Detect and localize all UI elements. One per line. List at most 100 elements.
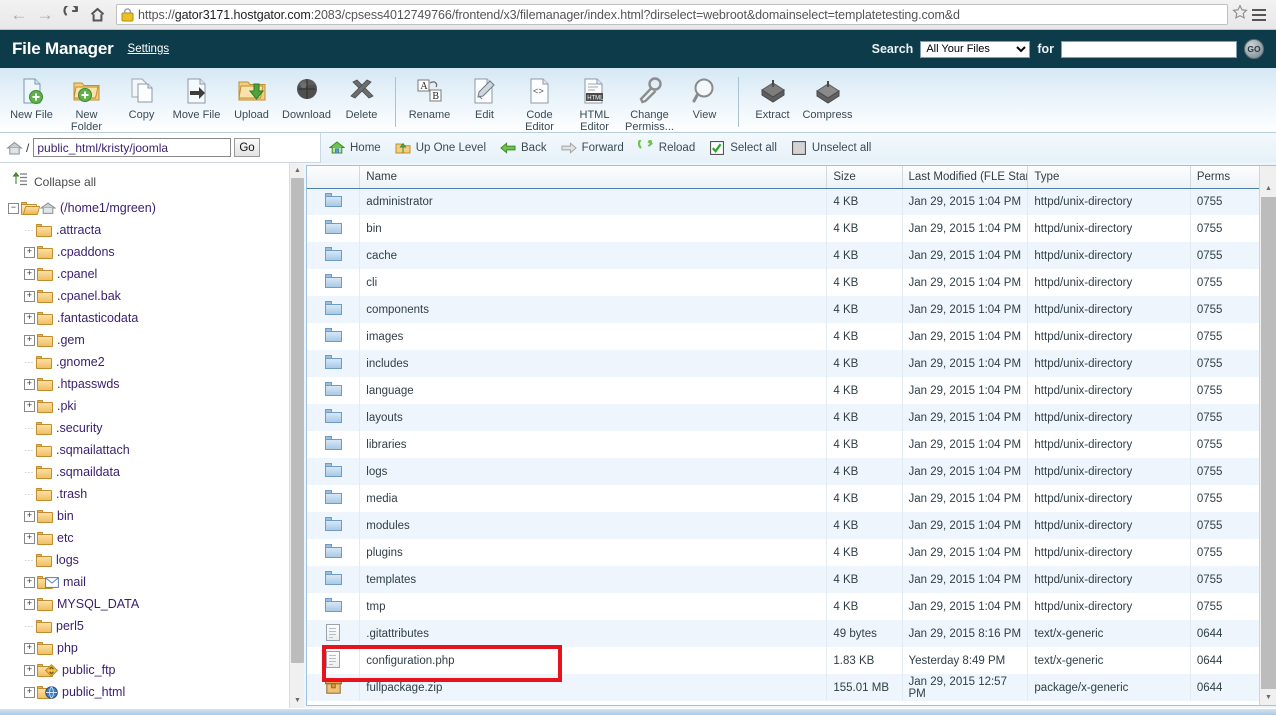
file-name-cell[interactable]: modules xyxy=(360,512,827,539)
tree-node-label[interactable]: .gem xyxy=(57,333,85,347)
url-bar[interactable]: https://gator3171.hostgator.com:2083/cps… xyxy=(116,4,1228,25)
table-row[interactable]: media4 KBJan 29, 2015 1:04 PMhttpd/unix-… xyxy=(307,485,1264,512)
column-header-name[interactable]: Name xyxy=(360,166,827,188)
nav-select-all-button[interactable]: Select all xyxy=(709,140,777,156)
table-row[interactable]: components4 KBJan 29, 2015 1:04 PMhttpd/… xyxy=(307,296,1264,323)
tree-node-label[interactable]: .sqmaildata xyxy=(56,465,120,479)
sidebar-scrollbar[interactable]: ▲ ▼ xyxy=(289,163,304,708)
table-row[interactable]: cache4 KBJan 29, 2015 1:04 PMhttpd/unix-… xyxy=(307,242,1264,269)
tree-node[interactable]: +.cpaddons xyxy=(6,241,304,263)
tree-expand-icon[interactable]: + xyxy=(24,687,35,698)
reload-icon[interactable] xyxy=(58,2,84,28)
tree-node[interactable]: ···.attracta xyxy=(6,219,304,241)
file-name-cell[interactable]: media xyxy=(360,485,827,512)
download-button[interactable]: Download xyxy=(279,73,334,122)
file-name-cell[interactable]: libraries xyxy=(360,431,827,458)
tree-expand-icon[interactable]: + xyxy=(24,401,35,412)
compress-button[interactable]: Compress xyxy=(800,73,855,122)
new-file-button[interactable]: New File xyxy=(4,73,59,122)
file-name-cell[interactable]: administrator xyxy=(360,188,827,215)
home-icon[interactable] xyxy=(84,2,110,28)
table-row[interactable]: administrator4 KBJan 29, 2015 1:04 PMhtt… xyxy=(307,188,1264,215)
table-row[interactable]: logs4 KBJan 29, 2015 1:04 PMhttpd/unix-d… xyxy=(307,458,1264,485)
table-row[interactable]: libraries4 KBJan 29, 2015 1:04 PMhttpd/u… xyxy=(307,431,1264,458)
tree-node-label[interactable]: .htpasswds xyxy=(57,377,120,391)
file-name-cell[interactable]: logs xyxy=(360,458,827,485)
file-name-cell[interactable]: includes xyxy=(360,350,827,377)
tree-node[interactable]: ···logs xyxy=(6,549,304,571)
sidebar-scroll-up-arrow[interactable]: ▲ xyxy=(290,163,304,178)
tree-node[interactable]: + .gem xyxy=(6,329,304,351)
extract-button[interactable]: Extract xyxy=(745,73,800,122)
file-name-cell[interactable]: images xyxy=(360,323,827,350)
tree-node[interactable]: ···perl5 xyxy=(6,615,304,637)
tree-node[interactable]: ···.security xyxy=(6,417,304,439)
table-row[interactable]: tmp4 KBJan 29, 2015 1:04 PMhttpd/unix-di… xyxy=(307,593,1264,620)
tree-node-label[interactable]: (/home1/mgreen) xyxy=(60,201,156,215)
file-name-cell[interactable]: cli xyxy=(360,269,827,296)
tree-expand-icon[interactable]: + xyxy=(24,335,35,346)
nav-up-one-level-button[interactable]: Up One Level xyxy=(395,140,486,156)
column-header-perms[interactable]: Perms xyxy=(1190,166,1263,188)
file-list-scrollbar[interactable]: ▲ ▼ xyxy=(1259,166,1276,705)
tree-node-label[interactable]: .gnome2 xyxy=(56,355,105,369)
file-name-cell[interactable]: templates xyxy=(360,566,827,593)
tree-node[interactable]: ···.trash xyxy=(6,483,304,505)
tree-expand-icon[interactable]: + xyxy=(24,599,35,610)
tree-node-label[interactable]: mail xyxy=(63,575,86,589)
upload-button[interactable]: Upload xyxy=(224,73,279,122)
nav-unselect-all-button[interactable]: Unselect all xyxy=(791,140,871,156)
file-list-scroll-thumb[interactable] xyxy=(1261,197,1276,697)
tree-node[interactable]: +public_html xyxy=(6,681,304,703)
path-input[interactable] xyxy=(33,138,231,157)
file-name-cell[interactable]: language xyxy=(360,377,827,404)
tree-node[interactable]: +MYSQL_DATA xyxy=(6,593,304,615)
tree-node-label[interactable]: .cpanel xyxy=(57,267,97,281)
column-header-icon[interactable] xyxy=(307,166,360,188)
tree-expand-icon[interactable]: + xyxy=(24,247,35,258)
table-row[interactable]: bin4 KBJan 29, 2015 1:04 PMhttpd/unix-di… xyxy=(307,215,1264,242)
bookmark-star-icon[interactable] xyxy=(1232,4,1248,25)
column-header-modified[interactable]: Last Modified (FLE Stand xyxy=(902,166,1028,188)
table-row[interactable]: configuration.php1.83 KBYesterday 8:49 P… xyxy=(307,647,1264,674)
tree-expand-icon[interactable]: + xyxy=(24,313,35,324)
search-scope-select[interactable]: All Your Files xyxy=(920,41,1030,58)
table-row[interactable]: modules4 KBJan 29, 2015 1:04 PMhttpd/uni… xyxy=(307,512,1264,539)
tree-node-label[interactable]: etc xyxy=(57,531,74,545)
file-name-cell[interactable]: .gitattributes xyxy=(360,620,827,647)
html-editor-button[interactable]: HTML HTML Editor xyxy=(567,73,622,133)
tree-node[interactable]: − (/home1/mgreen) xyxy=(6,197,304,219)
tree-collapse-icon[interactable]: − xyxy=(8,203,19,214)
tree-node-label[interactable]: perl5 xyxy=(56,619,84,633)
sidebar-scroll-thumb[interactable] xyxy=(291,178,304,663)
table-row[interactable]: cli4 KBJan 29, 2015 1:04 PMhttpd/unix-di… xyxy=(307,269,1264,296)
tree-node-label[interactable]: public_ftp xyxy=(62,663,116,677)
tree-expand-icon[interactable]: + xyxy=(24,379,35,390)
sidebar-scroll-down-arrow[interactable]: ▼ xyxy=(290,693,304,708)
path-go-button[interactable]: Go xyxy=(234,138,259,157)
change-permissions-button[interactable]: Change Permiss... xyxy=(622,73,677,133)
file-name-cell[interactable]: fullpackage.zip xyxy=(360,674,827,701)
table-row[interactable]: plugins4 KBJan 29, 2015 1:04 PMhttpd/uni… xyxy=(307,539,1264,566)
move-file-button[interactable]: Move File xyxy=(169,73,224,122)
tree-expand-icon[interactable]: + xyxy=(24,533,35,544)
table-row[interactable]: .gitattributes49 bytesJan 29, 2015 8:16 … xyxy=(307,620,1264,647)
tree-node[interactable]: +php xyxy=(6,637,304,659)
tree-node-label[interactable]: .security xyxy=(56,421,103,435)
tree-node[interactable]: +.fantasticodata xyxy=(6,307,304,329)
tree-expand-icon[interactable]: + xyxy=(24,269,35,280)
collapse-all-button[interactable]: Collapse all xyxy=(12,172,304,191)
file-name-cell[interactable]: configuration.php xyxy=(360,647,827,674)
file-list-scroll-down-arrow[interactable]: ▼ xyxy=(1260,689,1276,705)
tree-node-label[interactable]: logs xyxy=(56,553,79,567)
tree-expand-icon[interactable]: + xyxy=(24,291,35,302)
settings-link[interactable]: Settings xyxy=(128,43,170,55)
tree-node[interactable]: +public_ftp xyxy=(6,659,304,681)
tree-node[interactable]: +.pki xyxy=(6,395,304,417)
hamburger-menu-icon[interactable] xyxy=(1248,2,1270,28)
table-row[interactable]: layouts4 KBJan 29, 2015 1:04 PMhttpd/uni… xyxy=(307,404,1264,431)
file-name-cell[interactable]: cache xyxy=(360,242,827,269)
table-row[interactable]: images4 KBJan 29, 2015 1:04 PMhttpd/unix… xyxy=(307,323,1264,350)
file-name-cell[interactable]: tmp xyxy=(360,593,827,620)
home-small-icon[interactable] xyxy=(6,140,23,156)
